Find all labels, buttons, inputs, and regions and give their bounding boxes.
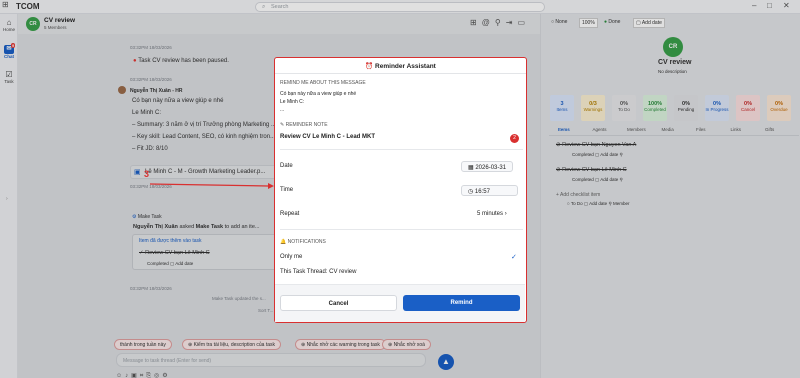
- calendar-icon: ▦: [468, 165, 474, 171]
- notifications-label: 🔔 NOTIFICATIONS: [280, 239, 326, 245]
- time-label: Time: [280, 187, 294, 193]
- repeat-select[interactable]: 5 minutes ›: [471, 209, 513, 220]
- arrow-line: [149, 183, 269, 187]
- clock-icon: ◷: [468, 189, 474, 195]
- message-preview: Le Minh C:: [280, 99, 305, 105]
- reminder-dialog: ⏰ Reminder Assistant REMIND ME ABOUT THI…: [274, 57, 527, 323]
- annotation-number: 3: [144, 169, 149, 179]
- cancel-button[interactable]: Cancel: [280, 295, 397, 311]
- time-picker[interactable]: ◷ 16:57: [461, 185, 518, 196]
- alarm-icon: ⏰: [365, 63, 374, 70]
- remind-button[interactable]: Remind: [403, 295, 520, 311]
- check-icon: ✓: [511, 254, 517, 261]
- note-icon: ✎: [280, 122, 285, 128]
- note-label: ✎ REMINDER NOTE: [280, 122, 328, 128]
- only-me-option[interactable]: Only me: [280, 254, 302, 260]
- message-preview: Có bạn này nữa a view giúp e nhé: [280, 91, 357, 97]
- remind-label: REMIND ME ABOUT THIS MESSAGE: [280, 80, 366, 86]
- divider: [280, 149, 523, 150]
- note-badge: 2: [510, 134, 519, 143]
- dialog-header: ⏰ Reminder Assistant: [275, 58, 526, 74]
- message-preview: ...: [280, 107, 285, 113]
- note-input[interactable]: Review CV Le Minh C - Lead MKT: [280, 134, 375, 140]
- date-picker[interactable]: ▦ 2026-03-31: [461, 161, 514, 172]
- chevron-right-icon: ›: [504, 211, 507, 217]
- thread-option[interactable]: This Task Thread: CV review: [280, 269, 356, 275]
- bell-icon: 🔔: [280, 239, 287, 245]
- divider: [280, 229, 523, 230]
- date-label: Date: [280, 163, 293, 169]
- repeat-label: Repeat: [280, 211, 300, 217]
